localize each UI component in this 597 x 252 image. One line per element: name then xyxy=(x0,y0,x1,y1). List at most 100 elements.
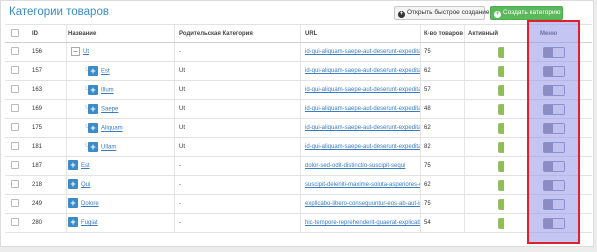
category-name-link[interactable]: Fugiat xyxy=(81,220,98,226)
row-checkbox[interactable] xyxy=(11,199,19,208)
create-category-button[interactable]: + Создать категорию xyxy=(490,6,563,20)
category-id: 181 xyxy=(32,144,43,150)
active-toggle[interactable] xyxy=(498,104,504,115)
expand-icon[interactable]: + xyxy=(68,179,78,190)
category-name-link[interactable]: Est xyxy=(101,69,110,75)
active-cell xyxy=(464,157,504,175)
category-url-link[interactable]: id-qui-aliquam-saepe-aut-deserunt-expedi… xyxy=(305,68,420,74)
menu-toggle[interactable] xyxy=(543,142,565,153)
menu-cell xyxy=(528,138,580,156)
category-url-link[interactable]: explicabo-libero-consequuntur-eos-ab-aut… xyxy=(305,201,420,207)
category-url-link[interactable]: id-qui-aliquam-saepe-aut-deserunt-expedi… xyxy=(305,87,420,93)
category-url-link[interactable]: hic-tempore-reprehenderit-quaerat-explic… xyxy=(305,220,420,226)
parent-category: Ut xyxy=(174,62,300,80)
menu-toggle[interactable] xyxy=(543,161,565,172)
category-url-link[interactable]: id-qui-aliquam-saepe-aut-deserunt-expedi… xyxy=(305,49,420,55)
category-id: 280 xyxy=(32,220,43,226)
category-name-cell: − Ut xyxy=(66,43,174,61)
category-name-link[interactable]: Saepe xyxy=(101,107,118,113)
toggle-knob xyxy=(553,143,564,152)
active-cell xyxy=(464,81,504,99)
product-count: 57 xyxy=(420,81,464,99)
active-toggle[interactable] xyxy=(498,180,504,191)
row-checkbox[interactable] xyxy=(11,142,19,151)
menu-toggle[interactable] xyxy=(543,47,565,58)
row-checkbox[interactable] xyxy=(11,123,19,132)
category-name-link[interactable]: Est xyxy=(81,163,90,169)
expand-icon[interactable]: + xyxy=(68,160,78,171)
expand-icon[interactable]: + xyxy=(88,66,98,76)
row-checkbox[interactable] xyxy=(11,66,19,75)
active-toggle[interactable] xyxy=(498,66,504,77)
column-active[interactable]: Активный xyxy=(464,25,504,42)
tree-branch-icon: └ xyxy=(83,87,88,93)
expand-icon[interactable]: + xyxy=(88,142,98,152)
toggle-fill xyxy=(499,105,504,114)
category-url-link[interactable]: suscipit-deleniti-maxime-soluta-asperior… xyxy=(305,182,420,188)
select-all-checkbox[interactable] xyxy=(11,29,19,38)
category-url-link[interactable]: id-qui-aliquam-saepe-aut-deserunt-expedi… xyxy=(305,125,420,131)
expand-icon[interactable]: + xyxy=(88,123,98,133)
column-menu[interactable]: Меню xyxy=(528,25,580,42)
table-row: 280 + Fugiat - hic-tempore-reprehenderit-qua… xyxy=(5,214,592,233)
expand-icon[interactable]: + xyxy=(68,198,78,209)
parent-category: - xyxy=(174,43,300,61)
quick-create-button[interactable]: + Открыть быстрое создание xyxy=(394,6,490,20)
row-checkbox[interactable] xyxy=(11,161,19,170)
row-select-cell xyxy=(11,176,23,194)
menu-toggle[interactable] xyxy=(543,66,565,77)
toggle-knob xyxy=(553,105,564,114)
menu-toggle[interactable] xyxy=(543,180,565,191)
menu-toggle[interactable] xyxy=(543,218,565,229)
column-parent[interactable]: Родительская Категория xyxy=(174,25,300,42)
expand-icon[interactable]: + xyxy=(68,217,78,228)
column-url[interactable]: URL xyxy=(300,25,420,42)
category-name-link[interactable]: Qui xyxy=(81,182,90,188)
table-row: 156− Ut - id-qui-aliquam-saepe-aut-deserunt… xyxy=(5,43,592,62)
row-checkbox[interactable] xyxy=(11,85,19,94)
parent-category: - xyxy=(174,176,300,194)
column-name[interactable]: Название xyxy=(66,25,174,42)
row-checkbox[interactable] xyxy=(11,104,19,113)
active-toggle[interactable] xyxy=(498,218,504,229)
active-toggle[interactable] xyxy=(498,142,504,153)
active-toggle[interactable] xyxy=(498,199,504,210)
row-select-cell xyxy=(11,119,23,137)
category-name-link[interactable]: Ut xyxy=(83,49,89,55)
active-toggle[interactable] xyxy=(498,85,504,96)
row-checkbox[interactable] xyxy=(11,47,19,56)
categories-panel: Категории товаров + Открыть быстрое созда… xyxy=(0,0,594,247)
category-name-link[interactable]: Ullam xyxy=(101,145,116,151)
category-url-link[interactable]: id-qui-aliquam-saepe-aut-deserunt-expedi… xyxy=(305,144,420,150)
table-header: ID Название Родительская Категория URL К… xyxy=(5,24,592,43)
category-url-cell: explicabo-libero-consequuntur-eos-ab-aut… xyxy=(300,195,420,213)
category-url-link[interactable]: id-qui-aliquam-saepe-aut-deserunt-expedi… xyxy=(305,106,420,112)
category-name-link[interactable]: Dolore xyxy=(81,201,99,207)
product-count: 48 xyxy=(420,100,464,118)
category-name-link[interactable]: Illum xyxy=(101,88,114,94)
menu-toggle[interactable] xyxy=(543,199,565,210)
column-count[interactable]: К-во товаров xyxy=(420,25,464,42)
column-id[interactable]: ID xyxy=(32,25,62,42)
product-count: 62 xyxy=(420,62,464,80)
active-toggle[interactable] xyxy=(498,47,504,58)
collapse-icon[interactable]: − xyxy=(71,46,80,56)
table-row: 187 + Est - dolor-sed-odit-distinctio-suscip… xyxy=(5,157,592,176)
toggle-fill xyxy=(499,48,504,57)
active-toggle[interactable] xyxy=(498,161,504,172)
menu-toggle[interactable] xyxy=(543,85,565,96)
active-toggle[interactable] xyxy=(498,123,504,134)
menu-toggle[interactable] xyxy=(543,123,565,134)
category-name-cell: └ + Est xyxy=(66,62,174,80)
menu-toggle[interactable] xyxy=(543,104,565,115)
select-all-cell xyxy=(11,25,23,42)
create-category-label: Создать категорию xyxy=(503,9,561,16)
row-checkbox[interactable] xyxy=(11,180,19,189)
row-checkbox[interactable] xyxy=(11,218,19,227)
menu-cell xyxy=(528,176,580,194)
parent-category: Ut xyxy=(174,100,300,118)
expand-icon[interactable]: + xyxy=(88,104,98,114)
category-name-link[interactable]: Aliquam xyxy=(101,126,123,132)
category-url-link[interactable]: dolor-sed-odit-distinctio-suscipit-sequi xyxy=(305,163,405,169)
expand-icon[interactable]: + xyxy=(88,85,98,95)
